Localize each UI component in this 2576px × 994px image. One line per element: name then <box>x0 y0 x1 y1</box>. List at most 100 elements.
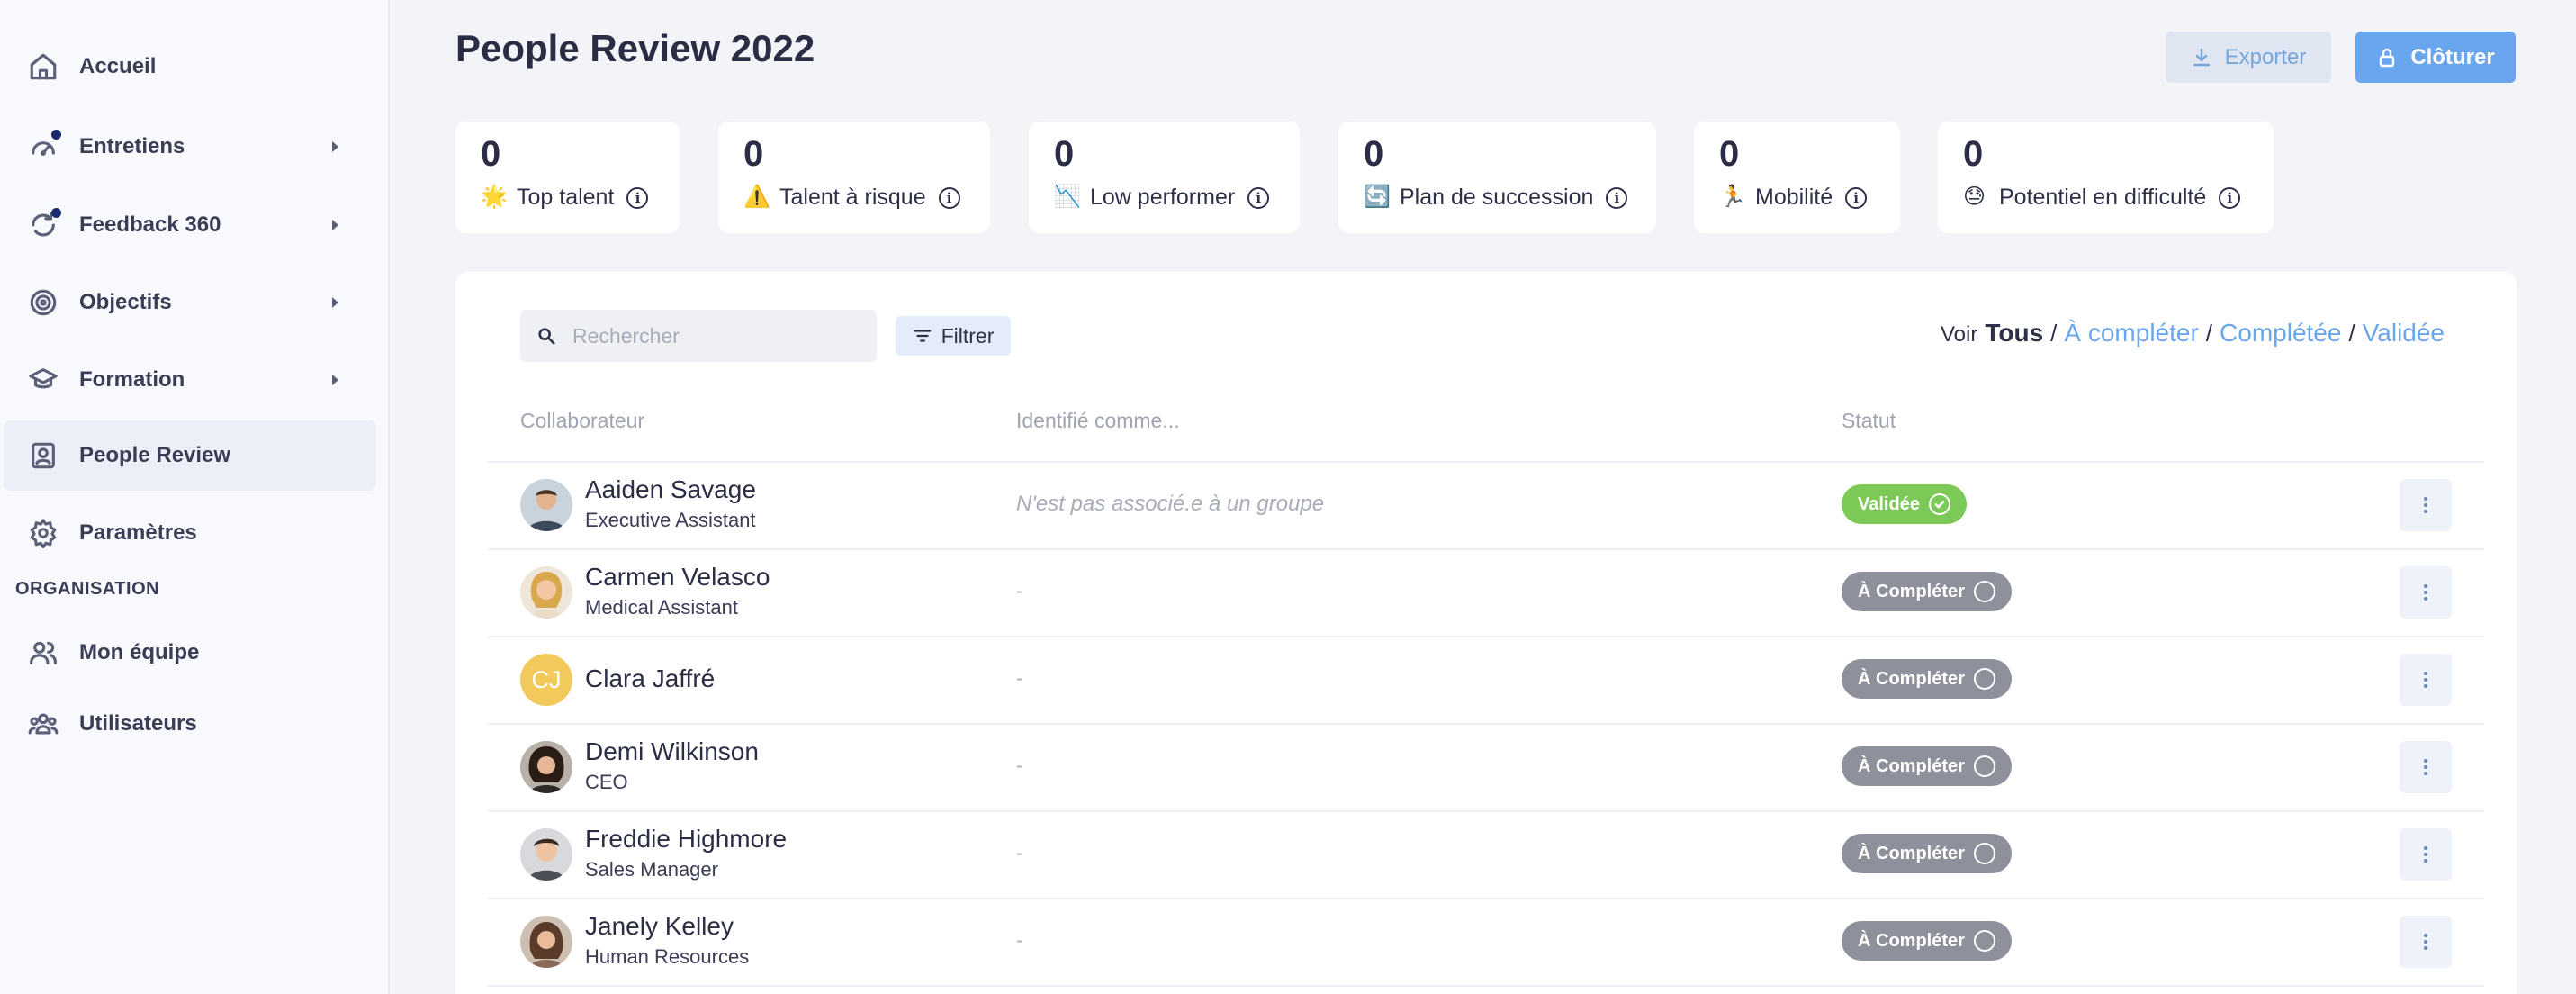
stat-value: 0 <box>1364 134 1384 174</box>
view-option-completee[interactable]: Complétée <box>2220 319 2341 347</box>
sidebar-item-label: Accueil <box>79 54 157 78</box>
stat-label: Potentiel en difficulté <box>1999 185 2207 210</box>
info-icon[interactable]: i <box>938 187 960 210</box>
sidebar-item-entretiens[interactable]: Entretiens <box>4 112 376 182</box>
search-box[interactable] <box>520 310 877 362</box>
avatar: CJ <box>520 654 572 706</box>
stat-label: Plan de succession <box>1400 185 1594 210</box>
view-filter: Voir Tous / À compléter / Complétée / Validée <box>1940 319 2445 347</box>
identified-as: - <box>1016 666 1023 691</box>
row-menu-button[interactable] <box>2400 479 2452 531</box>
table-row[interactable]: CJ Clara Jaffré - À Compléter <box>488 637 2484 725</box>
page-title: People Review 2022 <box>455 27 815 69</box>
employee-name: Clara Jaffré <box>585 664 716 692</box>
stat-label: Mobilité <box>1755 185 1833 210</box>
stat-card-potentiel-en-difficulte: 0 😓 Potentiel en difficulté i <box>1938 122 2274 233</box>
lock-icon <box>2380 48 2395 67</box>
table-row[interactable]: Janely Kelley Human Resources - À Complé… <box>488 899 2484 987</box>
row-menu-button[interactable] <box>2400 654 2452 706</box>
avatar <box>520 479 572 531</box>
search-input[interactable] <box>572 310 869 362</box>
table-row[interactable]: Freddie Highmore Sales Manager - À Compl… <box>488 812 2484 899</box>
sweat-face-icon: 😓 <box>1963 185 1986 209</box>
sidebar-item-mon-equipe[interactable]: Mon équipe <box>4 618 376 688</box>
row-menu-button[interactable] <box>2400 916 2452 968</box>
row-menu-button[interactable] <box>2400 566 2452 619</box>
employee-name: Janely Kelley <box>585 912 734 940</box>
stat-label: Low performer <box>1090 185 1236 210</box>
stat-card-mobilite: 0 🏃 Mobilité i <box>1694 122 1900 233</box>
stat-card-talent-a-risque: 0 ⚠️ Talent à risque i <box>718 122 990 233</box>
review-table-panel: Filtrer VoirTous/À compléter/Complétée/V… <box>455 272 2517 994</box>
view-option-a-completer[interactable]: À compléter <box>2064 319 2198 347</box>
table-row[interactable]: Aaiden Savage Executive Assistant N'est … <box>488 463 2484 550</box>
rotate-icon <box>27 208 61 241</box>
stat-value: 0 <box>1719 134 1740 174</box>
warning-icon: ⚠️ <box>743 185 770 209</box>
status-label: Validée <box>1858 493 1920 514</box>
view-option-all[interactable]: Tous <box>1985 319 2043 347</box>
stat-card-low-performer: 0 📉 Low performer i <box>1029 122 1300 233</box>
info-icon[interactable]: i <box>1606 187 1628 210</box>
avatar <box>520 741 572 793</box>
table-row[interactable]: Carmen Velasco Medical Assistant - À Com… <box>488 550 2484 637</box>
employee-role: Executive Assistant <box>585 509 756 531</box>
export-button[interactable]: Exporter <box>2166 32 2331 83</box>
identified-as: - <box>1016 579 1023 603</box>
info-icon[interactable]: i <box>1247 187 1270 210</box>
status-badge: À Compléter <box>1842 834 2012 873</box>
stat-label: Talent à risque <box>779 185 926 210</box>
download-icon <box>2193 48 2210 66</box>
sidebar: Accueil Entretiens Feedback 360 Objectif… <box>0 0 390 994</box>
employee-name: Freddie Highmore <box>585 825 788 853</box>
sidebar-item-formation[interactable]: Formation <box>4 345 376 415</box>
stat-value: 0 <box>1963 134 1984 174</box>
employee-role: CEO <box>585 771 628 793</box>
view-filter-label: Voir <box>1940 322 1978 347</box>
cycle-icon: 🔄 <box>1364 185 1391 209</box>
sidebar-item-label: Mon équipe <box>79 640 200 664</box>
status-badge: À Compléter <box>1842 746 2012 786</box>
notification-dot <box>51 130 61 140</box>
sidebar-item-label: Paramètres <box>79 520 197 545</box>
sidebar-item-people-review[interactable]: People Review <box>4 420 376 491</box>
export-button-label: Exporter <box>2224 44 2307 69</box>
view-option-validee[interactable]: Validée <box>2363 319 2445 347</box>
runner-icon: 🏃 <box>1719 185 1746 209</box>
avatar <box>520 566 572 619</box>
row-menu-button[interactable] <box>2400 741 2452 793</box>
sidebar-item-utilisateurs[interactable]: Utilisateurs <box>4 689 376 759</box>
info-icon[interactable]: i <box>1845 187 1868 210</box>
gear-icon <box>27 517 59 549</box>
sidebar-item-label: Objectifs <box>79 290 172 314</box>
employee-name: Aaiden Savage <box>585 475 756 503</box>
notification-dot <box>51 208 61 218</box>
sidebar-item-accueil[interactable]: Accueil <box>4 32 376 102</box>
info-icon[interactable]: i <box>2219 187 2241 210</box>
sidebar-item-feedback-360[interactable]: Feedback 360 <box>4 190 376 260</box>
stat-value: 0 <box>1054 134 1075 174</box>
table-row[interactable]: Demi Wilkinson CEO - À Compléter <box>488 725 2484 812</box>
graduation-cap-icon <box>27 364 59 396</box>
empty-circle-icon <box>1973 843 1995 864</box>
users-group-icon <box>27 708 59 740</box>
gauge-icon <box>27 130 61 163</box>
status-label: À Compléter <box>1858 755 1965 776</box>
star-icon: 🌟 <box>481 185 508 209</box>
search-icon <box>538 328 555 345</box>
sidebar-item-parametres[interactable]: Paramètres <box>4 498 376 568</box>
status-label: À Compléter <box>1858 668 1965 689</box>
identified-as: - <box>1016 754 1023 778</box>
column-header-collaborateur: Collaborateur <box>520 409 645 432</box>
filter-button[interactable]: Filtrer <box>896 316 1011 356</box>
info-icon[interactable]: i <box>626 187 649 210</box>
row-menu-button[interactable] <box>2400 828 2452 881</box>
sidebar-item-label: People Review <box>79 443 231 467</box>
close-review-button[interactable]: Clôturer <box>2355 32 2516 83</box>
sidebar-item-objectifs[interactable]: Objectifs <box>4 267 376 338</box>
stat-label: Top talent <box>517 185 615 210</box>
close-button-label: Clôturer <box>2410 44 2495 69</box>
chevron-right-icon <box>332 375 338 385</box>
employee-name: Demi Wilkinson <box>585 737 759 765</box>
sidebar-item-label: Formation <box>79 367 185 392</box>
